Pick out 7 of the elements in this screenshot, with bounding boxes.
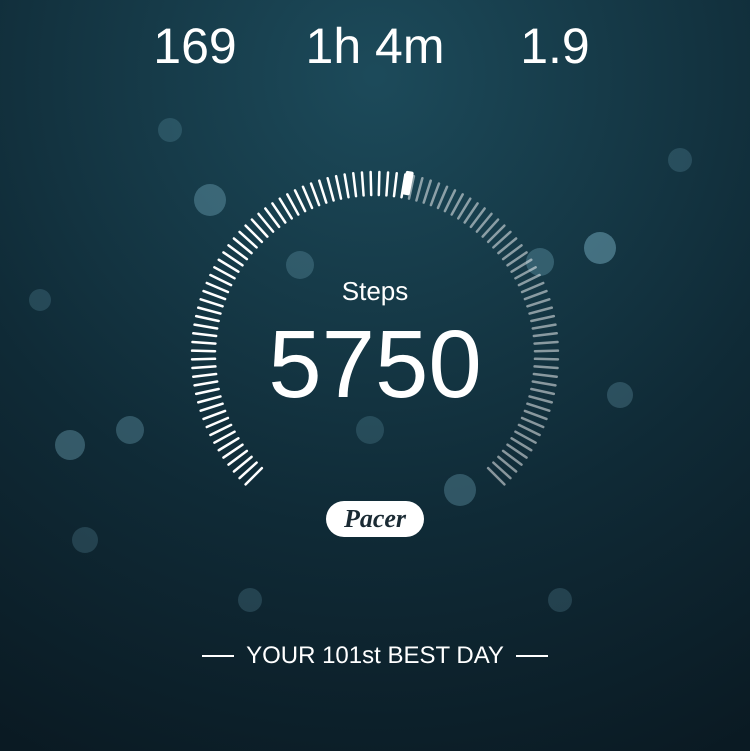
best-day-text: YOUR 101st BEST DAY [246, 641, 504, 671]
brand-logo: Pacer [326, 501, 424, 537]
steps-label: Steps [342, 275, 408, 307]
steps-count: 5750 [268, 315, 482, 415]
stat-value: 1.9 [520, 17, 590, 76]
stat-value: 169 [153, 17, 237, 76]
stat-value: 1h 4m [306, 17, 444, 76]
